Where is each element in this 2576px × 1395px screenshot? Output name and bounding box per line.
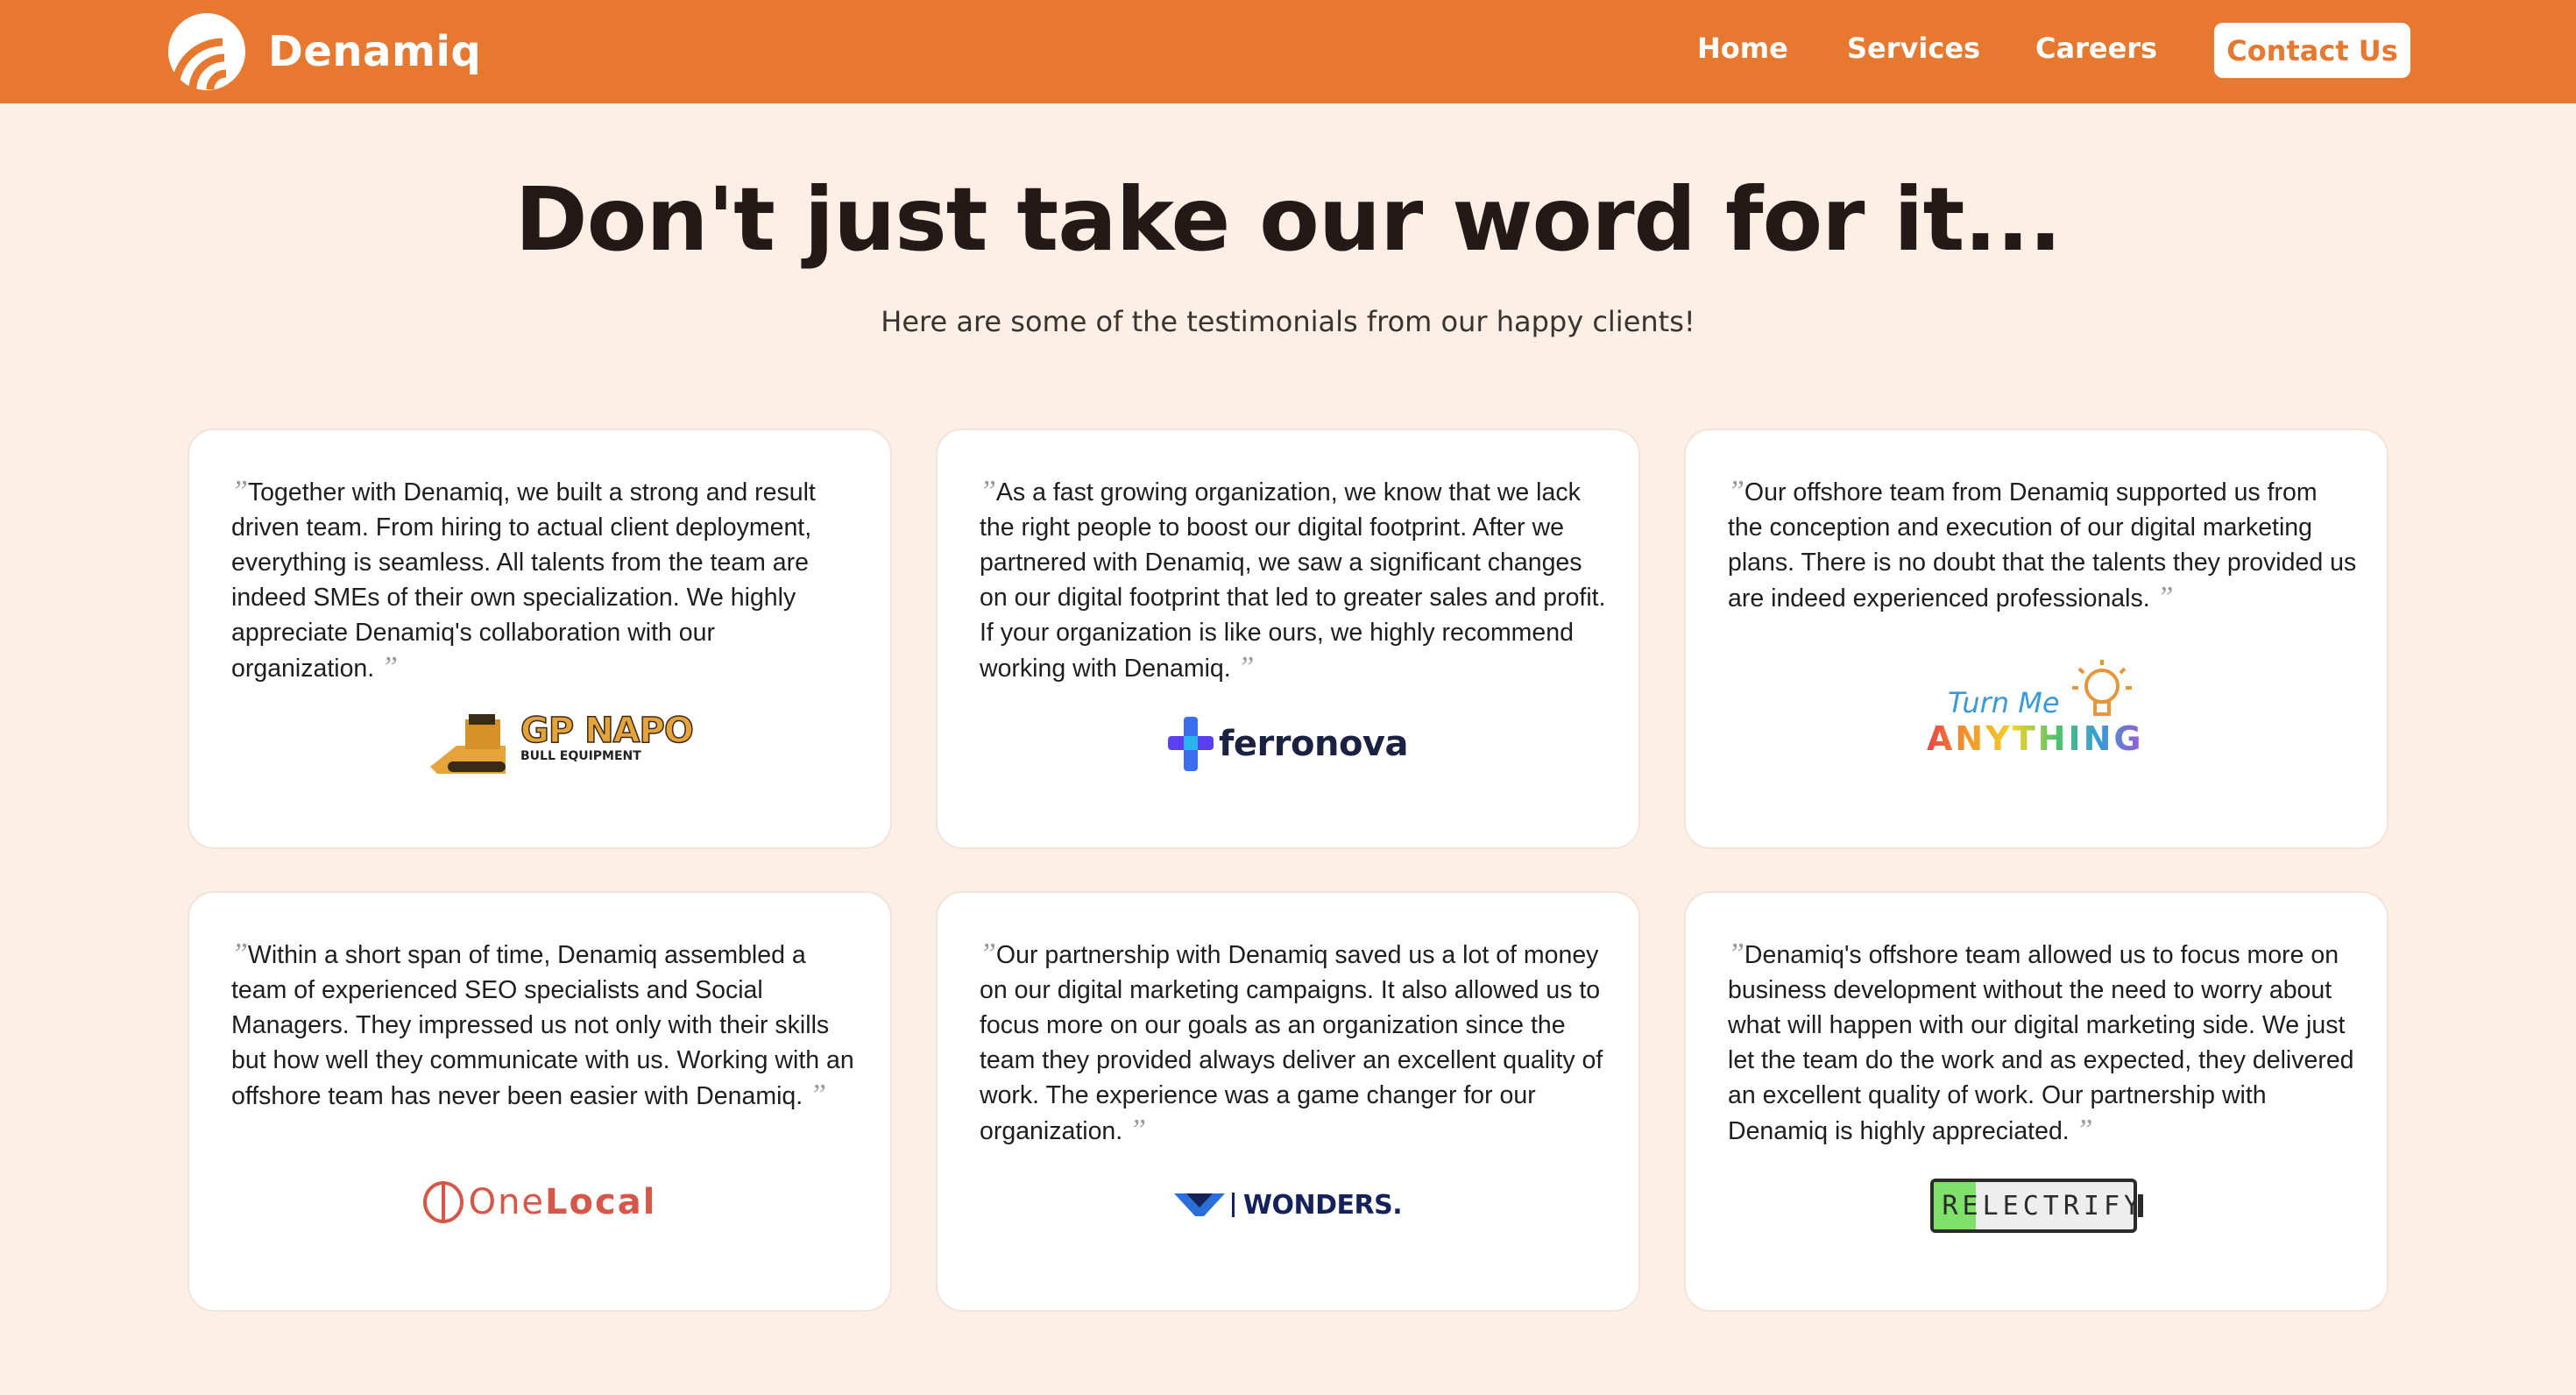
section-subtitle: Here are some of the testimonials from o…: [881, 305, 1695, 338]
nav-careers-link[interactable]: Careers: [2035, 32, 2157, 65]
lightbulb-icon: [2072, 660, 2132, 716]
close-quote-icon: ”: [2076, 1114, 2093, 1146]
testimonial-text: Within a short span of time, Denamiq ass…: [231, 941, 854, 1110]
gp-napo-name: GP NAPO: [520, 710, 694, 752]
plus-cross-icon: [1168, 717, 1214, 771]
close-quote-icon: ”: [2156, 581, 2174, 613]
testimonial-text: As a fast growing organization, we know …: [980, 478, 1606, 683]
testimonial-card: ”Our partnership with Denamiq saved us a…: [936, 891, 1640, 1312]
denamiq-logo-icon: [168, 13, 245, 90]
relectrify-name: RE: [1942, 1190, 1983, 1222]
gp-napo-logo: GP NAPO BULL EQUIPMENT: [189, 710, 890, 781]
top-navbar: Denamiq Home Services Careers Contact Us: [0, 0, 2576, 103]
open-quote-icon: ”: [231, 938, 248, 970]
ferronova-logo: ferronova: [938, 716, 1638, 772]
testimonial-quote: ”As a fast growing organization, we know…: [980, 474, 1610, 686]
gp-napo-sub: BULL EQUIPMENT: [520, 749, 641, 763]
testimonial-card: ”Denamiq's offshore team allowed us to f…: [1684, 891, 2388, 1312]
onelocal-logo: One Local: [189, 1177, 890, 1228]
open-quote-icon: ”: [980, 475, 996, 507]
onelocal-mark-icon: [422, 1180, 464, 1224]
close-quote-icon: ”: [1129, 1114, 1147, 1146]
nav-services-link[interactable]: Services: [1847, 32, 1980, 65]
testimonial-quote: ”Within a short span of time, Denamiq as…: [231, 937, 862, 1114]
testimonial-card: ”Together with Denamiq, we built a stron…: [188, 428, 892, 849]
close-quote-icon: ”: [1237, 651, 1255, 683]
contact-us-button[interactable]: Contact Us: [2214, 23, 2410, 78]
testimonial-card: ”Our offshore team from Denamiq supporte…: [1684, 428, 2388, 849]
turn-me-anything-logo: Turn Me ANYTHING: [1686, 656, 2387, 770]
wonders-name: WONDERS.: [1242, 1189, 1403, 1221]
testimonial-text: Our offshore team from Denamiq supported…: [1728, 478, 2357, 613]
wonders-logo: WONDERS.: [938, 1187, 1638, 1222]
brand-name: Denamiq: [268, 27, 482, 76]
section-title: Don't just take our word for it...: [514, 168, 2063, 271]
nav-home-link[interactable]: Home: [1697, 32, 1788, 65]
brand-logo-link[interactable]: Denamiq: [166, 12, 481, 91]
close-quote-icon: ”: [381, 651, 399, 683]
onelocal-name: One: [468, 1182, 546, 1222]
testimonial-quote: ”Our partnership with Denamiq saved us a…: [980, 937, 1610, 1149]
relectrify-sub: LECTRIFY: [1982, 1190, 2137, 1222]
testimonial-text: Our partnership with Denamiq saved us a …: [980, 941, 1603, 1145]
onelocal-sub: Local: [545, 1182, 657, 1222]
testimonial-quote: ”Denamiq's offshore team allowed us to f…: [1728, 937, 2359, 1149]
wonders-mark-icon: [1173, 1193, 1225, 1216]
open-quote-icon: ”: [231, 475, 248, 507]
turn-me-text: Turn Me: [1948, 686, 2060, 719]
testimonial-quote: ”Together with Denamiq, we built a stron…: [231, 474, 862, 686]
testimonial-card: ”Within a short span of time, Denamiq as…: [188, 891, 892, 1312]
testimonial-text: Together with Denamiq, we built a strong…: [231, 478, 816, 683]
ferronova-name: ferronova: [1219, 724, 1409, 764]
open-quote-icon: ”: [980, 938, 996, 970]
battery-tip-icon: [2137, 1194, 2143, 1217]
open-quote-icon: ”: [1728, 938, 1744, 970]
relectrify-logo: RE LECTRIFY: [1686, 1177, 2387, 1235]
testimonial-text: Denamiq's offshore team allowed us to fo…: [1728, 941, 2354, 1145]
close-quote-icon: ”: [810, 1079, 827, 1111]
wonders-divider: [1231, 1193, 1235, 1217]
open-quote-icon: ”: [1728, 475, 1744, 507]
testimonial-card: ”As a fast growing organization, we know…: [936, 428, 1640, 849]
testimonial-quote: ”Our offshore team from Denamiq supporte…: [1728, 474, 2359, 616]
